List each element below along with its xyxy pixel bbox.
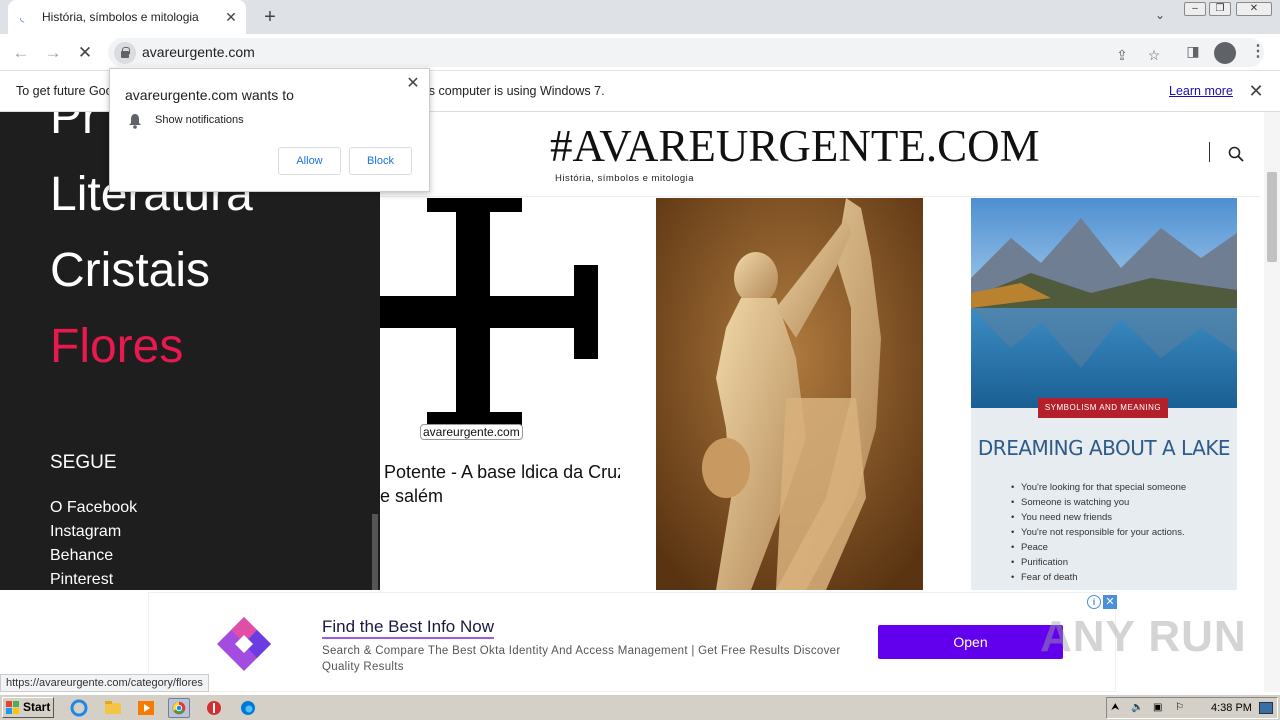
post-title[interactable]: z Potente - A base ldica da Cruz de salé…	[380, 460, 620, 508]
browser-tab[interactable]: ◟ História, símbolos e mitologia ✕	[8, 0, 246, 34]
tab-search-chevron-icon[interactable]: ⌄	[1150, 8, 1170, 26]
sidebar-item-cristais[interactable]: Cristais	[50, 243, 210, 298]
address-bar[interactable]: avareurgente.com ⇪ ☆	[108, 38, 1264, 67]
taskbar-clock[interactable]: 4:38 PM	[1211, 702, 1252, 714]
page-scrollbar-lower[interactable]	[1264, 590, 1280, 692]
windows-logo-icon	[6, 701, 19, 714]
side-panel-icon[interactable]: ◨	[1183, 41, 1203, 61]
cross-potent-image[interactable]	[380, 198, 620, 428]
windows-taskbar: Start ⮝ 🔈 ▣ ⚐ 4:38 PM	[0, 694, 1280, 720]
site-favicon-icon: ◟	[20, 12, 25, 24]
list-item: You need new friends	[1021, 510, 1186, 525]
lake-badge: SYMBOLISM AND MEANING	[1038, 398, 1168, 418]
social-link-behance[interactable]: Behance	[50, 547, 113, 565]
ad-banner[interactable]: Find the Best Info Now Search & Compare …	[148, 592, 1117, 692]
edge-icon[interactable]	[237, 698, 259, 718]
sidebar-item-flores[interactable]: Flores	[50, 319, 183, 374]
close-window-button[interactable]: ✕	[1236, 2, 1272, 16]
list-item: Purification	[1021, 555, 1186, 570]
bookmark-star-icon[interactable]: ☆	[1144, 45, 1164, 65]
notification-permission-popup: avareurgente.com wants to ✕ Show notific…	[109, 68, 430, 192]
action-center-flag-icon[interactable]: ⚐	[1175, 702, 1187, 714]
restore-window-button[interactable]: ❐	[1209, 2, 1231, 16]
tab-close-icon[interactable]: ✕	[222, 8, 240, 26]
site-title[interactable]: #AVAREURGENTE.COM	[550, 120, 1040, 172]
chrome-icon[interactable]	[168, 698, 190, 718]
learn-more-link[interactable]: Learn more	[1169, 84, 1233, 98]
header-divider	[1209, 142, 1210, 162]
sidebar-scrollbar[interactable]	[372, 514, 378, 590]
site-tagline: História, símbolos e mitologia	[555, 173, 695, 184]
bell-icon	[129, 114, 141, 129]
social-link-pinterest[interactable]: Pinterest	[50, 571, 113, 589]
list-item: Fear of death	[1021, 570, 1186, 585]
popup-close-icon[interactable]: ✕	[404, 75, 422, 93]
ad-logo-icon	[217, 617, 271, 671]
allow-button[interactable]: Allow	[278, 147, 341, 175]
new-tab-button[interactable]: +	[258, 6, 282, 28]
url-text[interactable]: avareurgente.com	[142, 44, 255, 60]
internet-explorer-icon[interactable]	[68, 698, 90, 718]
post-card-cross[interactable]: avareurgente.com z Potente - A base ldic…	[380, 198, 620, 590]
ad-info-icon[interactable]: i	[1087, 595, 1101, 609]
infobar-close-icon[interactable]: ✕	[1246, 81, 1266, 101]
list-item: Peace	[1021, 540, 1186, 555]
security-shield-icon[interactable]	[203, 698, 225, 718]
volume-icon[interactable]: 🔈	[1131, 702, 1143, 714]
follow-heading: SEGUE	[50, 452, 117, 473]
list-item: Someone is watching you	[1021, 495, 1186, 510]
site-header: #AVAREURGENTE.COM História, símbolos e m…	[380, 112, 1260, 197]
menu-dots-icon[interactable]: ⋮	[1250, 42, 1266, 64]
page-scrollbar-thumb[interactable]	[1267, 172, 1277, 262]
lock-icon[interactable]	[114, 42, 136, 64]
file-explorer-icon[interactable]	[102, 698, 124, 718]
block-button[interactable]: Block	[349, 147, 412, 175]
permission-text: Show notifications	[155, 114, 244, 126]
post-card-lake[interactable]: SYMBOLISM AND MEANING DREAMING ABOUT A L…	[971, 198, 1237, 590]
network-icon[interactable]: ▣	[1153, 702, 1165, 714]
minimize-window-button[interactable]: –	[1184, 2, 1206, 16]
tray-expand-icon[interactable]: ⮝	[1111, 702, 1123, 714]
ad-headline[interactable]: Find the Best Info Now	[322, 617, 494, 639]
lake-meaning-list: You're looking for that special someone …	[1021, 480, 1186, 585]
anyrun-watermark: ANY RUN	[1040, 612, 1247, 661]
ad-description: Search & Compare The Best Okta Identity …	[322, 645, 841, 673]
ad-close-icon[interactable]: ✕	[1103, 595, 1117, 609]
forward-arrow-icon[interactable]: →	[42, 42, 64, 64]
status-bar-url: https://avareurgente.com/category/flores	[0, 674, 209, 692]
show-desktop-icon[interactable]	[1259, 702, 1273, 714]
system-tray: ⮝ 🔈 ▣ ⚐ 4:38 PM	[1106, 697, 1278, 719]
sidebar-item-partial[interactable]: Pr	[50, 112, 98, 145]
tab-strip: ◟ História, símbolos e mitologia ✕ + ⌄ –…	[0, 0, 1280, 34]
share-icon[interactable]: ⇪	[1112, 45, 1132, 65]
ad-open-button[interactable]: Open	[878, 625, 1063, 659]
lake-image[interactable]	[971, 198, 1237, 408]
profile-avatar-icon[interactable]	[1214, 42, 1236, 64]
browser-toolbar: ← → ✕ avareurgente.com ⇪ ☆ ◨ ⋮	[0, 34, 1280, 71]
start-button[interactable]: Start	[2, 697, 54, 718]
start-label: Start	[23, 700, 51, 714]
tab-title: História, símbolos e mitologia	[42, 10, 199, 24]
popup-title: avareurgente.com wants to	[125, 87, 294, 103]
lake-heading: DREAMING ABOUT A LAKE	[977, 436, 1231, 460]
post-card-statue[interactable]	[656, 198, 923, 590]
social-link-instagram[interactable]: Instagram	[50, 523, 121, 541]
back-arrow-icon[interactable]: ←	[10, 42, 32, 64]
list-item: You're not responsible for your actions.	[1021, 525, 1186, 540]
image-watermark: avareurgente.com	[420, 424, 523, 440]
social-link-facebook[interactable]: O Facebook	[50, 499, 137, 517]
statue-image[interactable]	[656, 198, 923, 590]
search-icon[interactable]	[1228, 146, 1244, 162]
list-item: You're looking for that special someone	[1021, 480, 1186, 495]
media-player-icon[interactable]	[135, 698, 157, 718]
stop-loading-icon[interactable]: ✕	[74, 42, 96, 64]
